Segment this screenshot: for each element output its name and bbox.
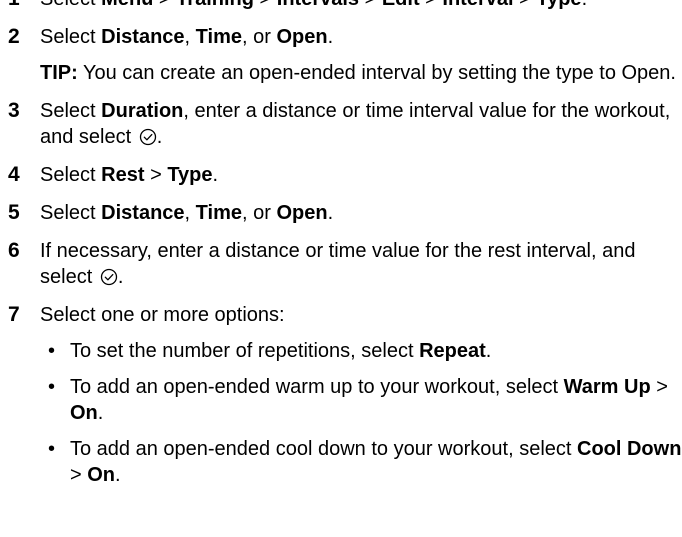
separator: >	[359, 0, 382, 10]
step-text: Select Menu > Training > Intervals > Edi…	[40, 0, 587, 10]
bullet: •	[48, 340, 56, 362]
menu-item-menu: Menu	[101, 0, 153, 10]
step-2: 2 Select Distance, Time, or Open. TIP: Y…	[0, 24, 682, 86]
text: .	[212, 164, 219, 186]
tip-label: TIP:	[40, 62, 78, 84]
step-5: 5 Select Distance, Time, or Open.	[0, 200, 682, 226]
menu-item-interval: Interval	[442, 0, 513, 10]
option-distance: Distance	[101, 202, 185, 224]
text: .	[156, 126, 163, 148]
step-number: 5	[8, 201, 20, 224]
check-circle-icon	[139, 128, 156, 146]
separator: >	[254, 0, 277, 10]
step-1: 1 Select Menu > Training > Intervals > E…	[0, 0, 682, 12]
option-open: Open	[276, 202, 328, 224]
options-list: • To set the number of repetitions, sele…	[40, 338, 682, 488]
text: .	[327, 202, 334, 224]
option-warm-up: Warm Up	[563, 376, 651, 398]
check-circle-icon	[100, 268, 117, 286]
step-3: 3 Select Duration, enter a distance or t…	[0, 98, 682, 150]
option-distance: Distance	[101, 26, 185, 48]
step-number: 7	[8, 303, 20, 326]
menu-item-rest: Rest	[101, 164, 145, 186]
text: To add an open-ended warm up to your wor…	[70, 376, 564, 398]
separator: >	[650, 376, 668, 398]
text: .	[115, 464, 121, 486]
text: , or	[241, 202, 277, 224]
step-number: 4	[8, 163, 20, 186]
step-number: 1	[8, 0, 20, 12]
bullet: •	[48, 376, 56, 398]
menu-item-intervals: Intervals	[277, 0, 359, 10]
step-text: Select Distance, Time, or Open.	[40, 202, 333, 224]
option-time: Time	[195, 202, 242, 224]
text: .	[485, 340, 492, 362]
separator: >	[153, 0, 176, 10]
tip-note: TIP: You can create an open-ended interv…	[40, 60, 682, 86]
tip-text: You can create an open-ended interval by…	[77, 62, 676, 84]
step-text: Select one or more options:	[40, 304, 285, 326]
instruction-page: 1 Select Menu > Training > Intervals > E…	[0, 0, 682, 500]
step-6: 6 If necessary, enter a distance or time…	[0, 238, 682, 290]
separator: >	[70, 464, 88, 486]
text: Select	[40, 164, 102, 186]
option-on: On	[70, 402, 98, 424]
list-item: • To add an open-ended cool down to your…	[40, 436, 682, 488]
step-number: 6	[8, 239, 20, 262]
text: Select	[40, 202, 102, 224]
bullet: •	[48, 438, 56, 460]
text: ,	[184, 202, 196, 224]
list-item: • To set the number of repetitions, sele…	[40, 338, 682, 364]
menu-item-type: Type	[536, 0, 581, 10]
menu-item-type: Type	[167, 164, 213, 186]
step-number: 3	[8, 99, 20, 122]
menu-item-edit: Edit	[382, 0, 420, 10]
step-7: 7 Select one or more options: • To set t…	[0, 302, 682, 488]
text: Select	[40, 100, 102, 122]
text: To add an open-ended cool down to your w…	[70, 438, 577, 460]
option-duration: Duration	[101, 100, 184, 122]
step-text: Select Distance, Time, or Open.	[40, 24, 682, 50]
step-text: Select Rest > Type.	[40, 164, 218, 186]
step-text: If necessary, enter a distance or time v…	[40, 240, 635, 288]
option-time: Time	[195, 26, 242, 48]
option-open: Open	[276, 26, 328, 48]
step-number: 2	[8, 25, 20, 48]
separator: >	[514, 0, 537, 10]
text: Select	[40, 0, 101, 10]
text: If necessary, enter a distance or time v…	[40, 240, 636, 288]
text: .	[117, 266, 124, 288]
option-repeat: Repeat	[419, 340, 486, 362]
separator: >	[420, 0, 443, 10]
text: To set the number of repetitions, select	[70, 340, 420, 362]
option-on: On	[87, 464, 116, 486]
separator: >	[144, 164, 168, 186]
step-4: 4 Select Rest > Type.	[0, 162, 682, 188]
list-item: • To add an open-ended warm up to your w…	[40, 374, 682, 426]
step-text: Select Duration, enter a distance or tim…	[40, 100, 670, 148]
text: .	[582, 0, 588, 10]
text: .	[327, 26, 334, 48]
menu-item-training: Training	[176, 0, 254, 10]
text: ,	[184, 26, 196, 48]
text: .	[97, 402, 104, 424]
option-cool-down: Cool Down	[577, 438, 682, 460]
text: Select	[40, 26, 102, 48]
text: , or	[241, 26, 277, 48]
